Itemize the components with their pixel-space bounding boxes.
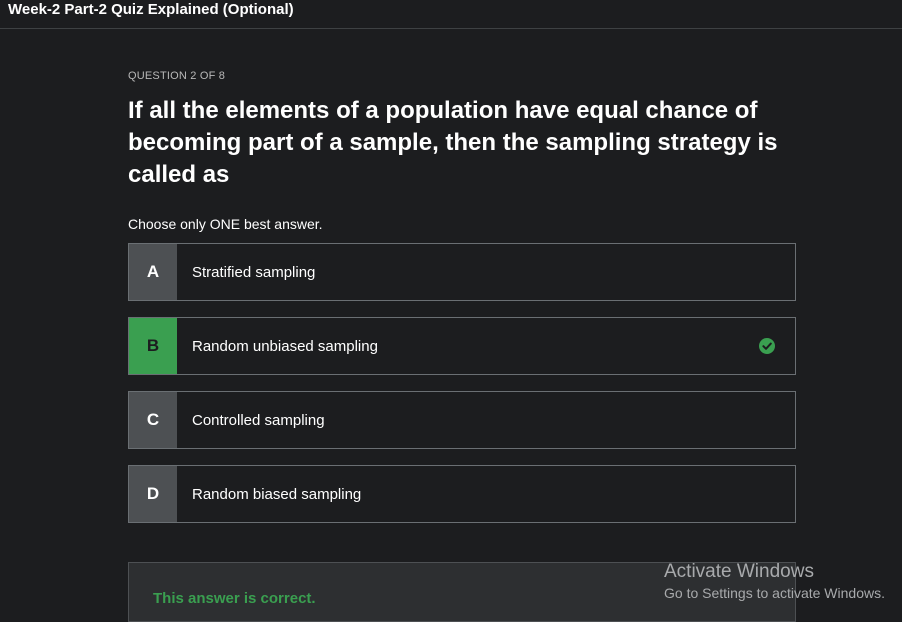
question-counter: QUESTION 2 OF 8 (128, 70, 226, 82)
answer-options: A Stratified sampling B Random unbiased … (128, 243, 796, 523)
answer-instruction: Choose only ONE best answer. (128, 216, 323, 232)
option-a[interactable]: A Stratified sampling (128, 243, 796, 301)
header-bar: Week-2 Part-2 Quiz Explained (Optional) (0, 0, 902, 29)
feedback-panel: This answer is correct. (128, 562, 796, 622)
question-text: If all the elements of a population have… (128, 97, 778, 188)
option-label: Stratified sampling (192, 263, 316, 281)
option-d[interactable]: D Random biased sampling (128, 465, 796, 523)
option-b[interactable]: B Random unbiased sampling (128, 317, 796, 375)
option-letter: C (129, 392, 177, 448)
option-letter: B (129, 318, 177, 374)
option-c[interactable]: C Controlled sampling (128, 391, 796, 449)
option-label: Random unbiased sampling (192, 337, 378, 355)
option-letter: A (129, 244, 177, 300)
check-circle-icon (759, 338, 775, 354)
course-title: Week-2 Part-2 Quiz Explained (Optional) (8, 1, 294, 18)
quiz-content: QUESTION 2 OF 8 If all the elements of a… (128, 70, 796, 539)
option-letter: D (129, 466, 177, 522)
option-label: Controlled sampling (192, 411, 325, 429)
option-label: Random biased sampling (192, 485, 362, 503)
feedback-message: This answer is correct. (153, 590, 316, 607)
